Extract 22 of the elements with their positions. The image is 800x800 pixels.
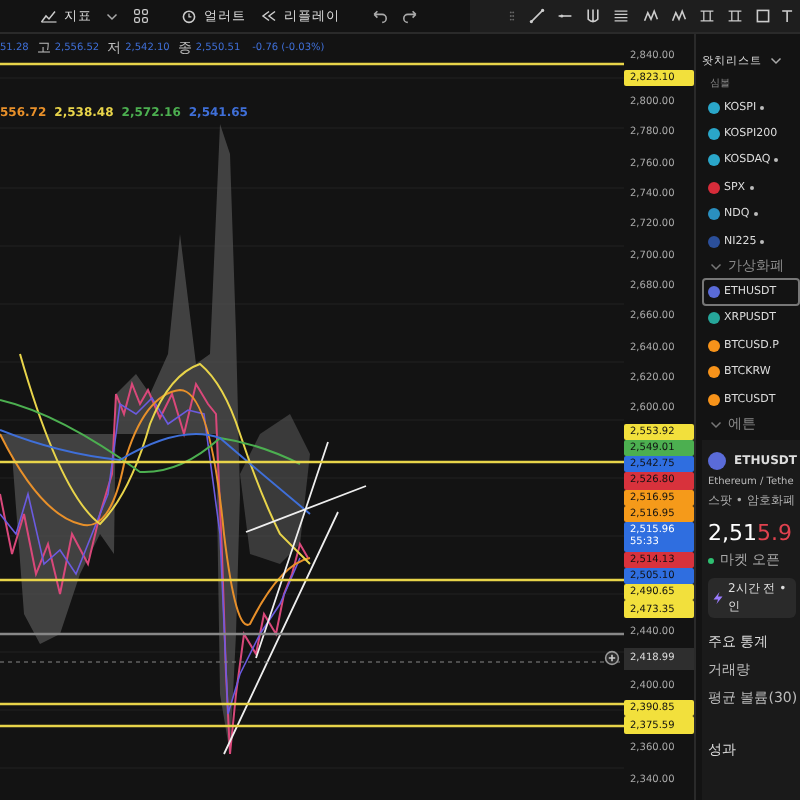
caret-icon[interactable] (106, 10, 118, 22)
chart-icon (40, 8, 58, 24)
rewind-icon (260, 8, 278, 24)
grid-icon[interactable] (132, 8, 150, 24)
rectangle-icon[interactable] (753, 8, 772, 24)
undo-icon[interactable] (370, 8, 388, 24)
add-icon[interactable] (604, 650, 620, 666)
fibonacci-icon[interactable] (612, 8, 631, 24)
last-price: 2,515.9 (708, 520, 794, 547)
range-icon[interactable] (725, 8, 744, 24)
symbol-logo-icon (708, 451, 726, 470)
caret-icon[interactable] (770, 54, 782, 66)
trend-line-icon[interactable] (528, 8, 547, 24)
pitchfork-icon[interactable] (584, 8, 603, 24)
range-icon[interactable] (697, 8, 716, 24)
caret-icon[interactable] (710, 260, 722, 273)
caret-icon[interactable] (710, 418, 722, 431)
market-open-dot-icon (708, 557, 714, 564)
alarm-clock-icon (180, 8, 198, 24)
redo-icon[interactable] (402, 8, 420, 24)
lightning-icon (712, 592, 724, 605)
text-tool[interactable]: T (782, 7, 792, 25)
